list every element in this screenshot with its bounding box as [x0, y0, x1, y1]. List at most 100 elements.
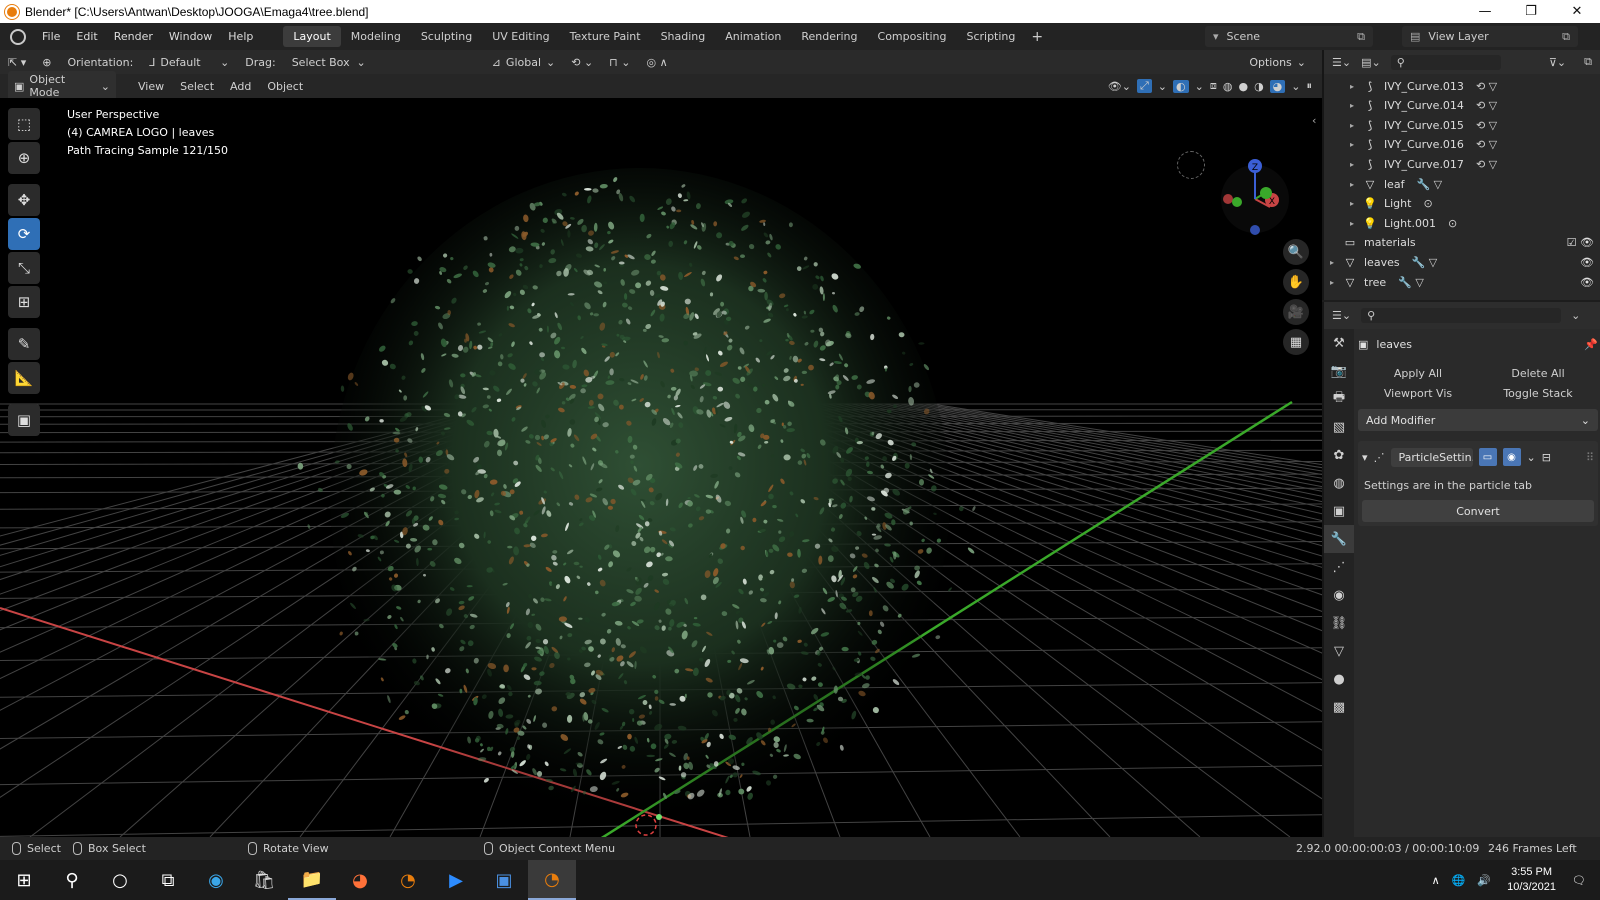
pan-hand-icon[interactable]: ✋ — [1283, 269, 1309, 295]
gizmo-y-axis[interactable] — [1260, 187, 1272, 199]
file-explorer-icon[interactable]: 📁 — [288, 860, 336, 900]
tab-texture-paint[interactable]: Texture Paint — [560, 26, 651, 47]
add-cube-tool-icon[interactable]: ▣ — [8, 404, 40, 436]
annotate-tool-icon[interactable]: ✎ — [8, 328, 40, 360]
convert-button[interactable]: Convert — [1362, 500, 1594, 522]
outliner-row-ivy-curve-015[interactable]: ▸⟆IVY_Curve.015⟲ ▽👁 — [1350, 115, 1600, 135]
scene-selector[interactable]: ▾ Scene ⧉ — [1205, 26, 1373, 47]
edge-browser-icon[interactable]: ◉ — [192, 860, 240, 900]
outliner-row-materials[interactable]: ▭ materials ☑ 👁 — [1330, 233, 1600, 253]
material-tab-icon[interactable]: ● — [1324, 665, 1354, 693]
new-collection-icon[interactable]: ⧉ — [1584, 55, 1592, 69]
collapse-arrow-icon[interactable]: ▾ — [1362, 451, 1368, 464]
tab-uv-editing[interactable]: UV Editing — [482, 26, 559, 47]
gizmo-toggle-icon[interactable]: ⤢ — [1136, 79, 1152, 93]
outliner-row-leaf[interactable]: ▸▽leaf🔧 ▽👁 — [1350, 174, 1600, 194]
firefox-icon[interactable]: ◕ — [336, 860, 384, 900]
blender-active-window-icon[interactable]: ◔ — [528, 860, 576, 900]
drag-dropdown[interactable]: Select Box ⌄ — [284, 56, 374, 69]
gizmo-neg-x[interactable] — [1223, 194, 1233, 204]
delete-all-button[interactable]: Delete All — [1478, 367, 1598, 380]
expand-arrow-icon[interactable]: ▸ — [1350, 219, 1362, 228]
camera-view-icon[interactable]: 🎥 — [1283, 299, 1309, 325]
proportional-edit-icon[interactable]: ◎ ∧ — [638, 56, 675, 69]
pivot-point-icon[interactable]: ⟲ ⌄ — [563, 56, 601, 69]
viewport-render[interactable] — [0, 98, 1322, 837]
outliner-row-light-001[interactable]: ▸💡Light.001⊙👁 — [1350, 213, 1600, 233]
zoom-app-icon[interactable]: ▶ — [432, 860, 480, 900]
outliner-row-ivy-curve-013[interactable]: ▸⟆IVY_Curve.013⟲ ▽👁 — [1350, 76, 1600, 96]
tab-layout[interactable]: Layout — [283, 26, 341, 47]
chevron-down-icon[interactable]: ⌄ — [1527, 451, 1536, 464]
transform-pivot-icon[interactable]: ⊕ — [34, 56, 59, 69]
menu-file[interactable]: File — [34, 30, 68, 43]
photos-icon[interactable]: ▣ — [480, 860, 528, 900]
wireframe-shading-icon[interactable]: ◍ — [1223, 80, 1233, 93]
editor-type-icon[interactable]: ☰⌄ — [1332, 309, 1351, 322]
tab-sculpting[interactable]: Sculpting — [411, 26, 482, 47]
volume-icon[interactable]: 🔊 — [1471, 874, 1497, 887]
notification-icon[interactable]: 🗨 — [1566, 874, 1600, 887]
navigation-gizmo[interactable]: X Z — [1215, 157, 1305, 241]
move-tool-icon[interactable]: ✥ — [8, 184, 40, 216]
visibility-eye-icon[interactable]: 👁 — [1580, 276, 1594, 289]
tab-compositing[interactable]: Compositing — [868, 26, 957, 47]
pin-icon[interactable]: 📌 — [1584, 338, 1598, 351]
outliner-row-ivy-curve-017[interactable]: ▸⟆IVY_Curve.017⟲ ▽👁 — [1350, 154, 1600, 174]
expand-arrow-icon[interactable]: ▸ — [1350, 180, 1362, 189]
select-box-tool-icon[interactable]: ⬚ — [8, 108, 40, 140]
filter-icon[interactable]: ⊽⌄ — [1549, 56, 1566, 69]
show-render-toggle-icon[interactable]: ◉ — [1502, 448, 1521, 466]
apply-all-button[interactable]: Apply All — [1358, 367, 1478, 380]
maximize-button[interactable]: ❐ — [1508, 0, 1554, 23]
add-modifier-dropdown[interactable]: Add Modifier ⌄ — [1358, 409, 1598, 431]
physics-tab-icon[interactable]: ◉ — [1324, 581, 1354, 609]
store-icon[interactable]: 🛍 — [240, 860, 288, 900]
tab-scripting[interactable]: Scripting — [956, 26, 1025, 47]
menu-window[interactable]: Window — [161, 30, 220, 43]
outliner-row-ivy-curve-016[interactable]: ▸⟆IVY_Curve.016⟲ ▽👁 — [1350, 135, 1600, 155]
world-tab-icon[interactable]: ◍ — [1324, 469, 1354, 497]
expand-arrow-icon[interactable]: ▸ — [1350, 199, 1362, 208]
pause-render-icon[interactable]: ⏸ — [1307, 79, 1313, 93]
zoom-icon[interactable]: 🔍 — [1283, 239, 1309, 265]
output-tab-icon[interactable]: 🖶 — [1324, 385, 1354, 413]
solid-shading-icon[interactable]: ● — [1238, 80, 1248, 93]
expand-arrow-icon[interactable]: ▸ — [1350, 82, 1362, 91]
menu-render[interactable]: Render — [106, 30, 161, 43]
properties-search-input[interactable]: ⚲ — [1361, 308, 1562, 323]
modifier-name-field[interactable]: ParticleSettin... — [1390, 447, 1473, 467]
search-input[interactable]: ⚲ — [1390, 54, 1501, 70]
active-tool-icon[interactable]: ⇱ ▾ — [0, 56, 34, 69]
expand-arrow-icon[interactable]: ▸ — [1350, 101, 1362, 110]
ortho-grid-icon[interactable]: ▦ — [1283, 329, 1309, 355]
outliner-row-leaves[interactable]: ▸ ▽ leaves 🔧 ▽ 👁 — [1330, 252, 1600, 272]
show-viewport-toggle-icon[interactable]: ▭ — [1478, 448, 1497, 466]
expand-arrow-icon[interactable]: ▸ — [1350, 140, 1362, 149]
camera-lock-icon[interactable] — [1177, 151, 1205, 179]
modifier-tab-icon[interactable]: 🔧 — [1324, 525, 1354, 553]
scale-tool-icon[interactable]: ⤡ — [8, 252, 40, 284]
shading-options-icon[interactable]: ⌄ — [1291, 80, 1300, 93]
blender-taskbar-icon[interactable]: ◔ — [384, 860, 432, 900]
xray-icon[interactable]: ⧈ — [1210, 79, 1217, 93]
windows-start-icon[interactable]: ⊞ — [0, 860, 48, 900]
menu-view[interactable]: View — [130, 80, 172, 93]
3d-viewport[interactable]: ⇱ ▾ ⊕ Orientation: ⅃ Default ⌄ Drag: Sel… — [0, 50, 1322, 837]
scene-tab-icon[interactable]: ✿ — [1324, 441, 1354, 469]
display-mode-icon[interactable]: ▤⌄ — [1361, 56, 1381, 69]
modifier-menu-icon[interactable]: ⊟ — [1542, 451, 1551, 464]
object-tab-icon[interactable]: ▣ — [1324, 497, 1354, 525]
viewport-vis-button[interactable]: Viewport Vis — [1358, 387, 1478, 400]
tab-animation[interactable]: Animation — [715, 26, 791, 47]
drag-handle-icon[interactable]: ⠿ — [1586, 451, 1594, 464]
snap-icon[interactable]: ⊓ ⌄ — [601, 56, 638, 69]
visibility-eye-icon[interactable]: 👁 — [1580, 256, 1594, 269]
sidebar-toggle-icon[interactable]: ‹ — [1312, 114, 1316, 127]
new-scene-icon[interactable]: ⧉ — [1357, 30, 1365, 44]
close-button[interactable]: ✕ — [1554, 0, 1600, 23]
menu-select[interactable]: Select — [172, 80, 222, 93]
expand-arrow-icon[interactable]: ▸ — [1330, 258, 1342, 267]
toggle-stack-button[interactable]: Toggle Stack — [1478, 387, 1598, 400]
options-dropdown[interactable]: Options ⌄ — [1241, 56, 1314, 69]
